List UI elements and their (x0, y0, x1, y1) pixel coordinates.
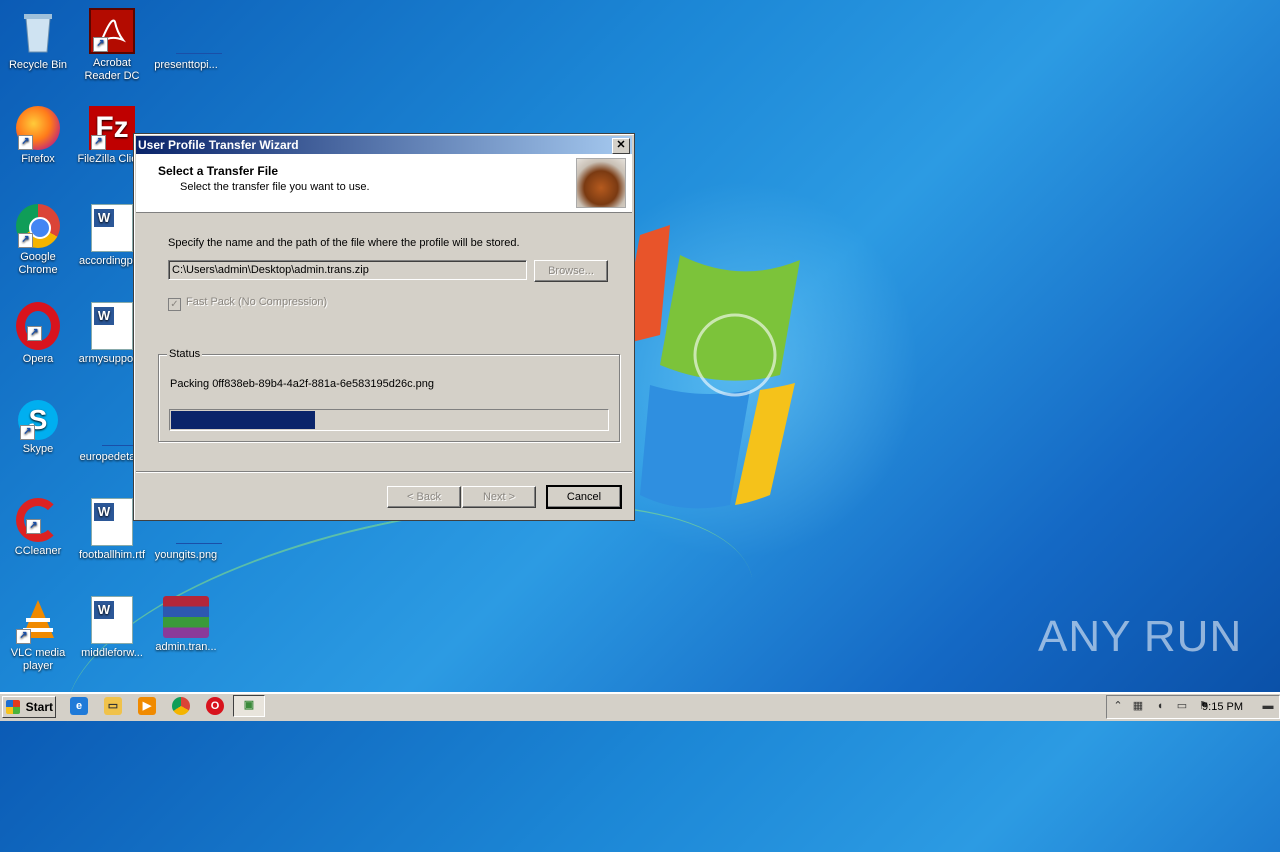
suitcase-icon (576, 158, 626, 208)
file-path-field[interactable]: C:\Users\admin\Desktop\admin.trans.zip (168, 260, 527, 280)
skype-icon: S ↗ (18, 400, 58, 440)
shortcut-arrow-icon: ↗ (16, 629, 31, 644)
file-icon (88, 400, 148, 448)
checkbox-check-icon: ✓ (168, 298, 181, 311)
file-icon (162, 8, 222, 56)
taskbar: Start e ▭ ▶ O ▣ ⌃ ▦ ◖ ▭ ⚑ 9:15 PM ▬ (0, 692, 1280, 721)
display-icon[interactable]: ▭ (1175, 699, 1189, 713)
packing-status-text: Packing 0ff838eb-89b4-4a2f-881a-6e583195… (170, 378, 435, 390)
status-legend: Status (167, 348, 203, 360)
back-button[interactable]: < Back (387, 486, 461, 508)
filezilla-icon: Fz ↗ (89, 106, 135, 150)
volume-icon[interactable]: ◖ (1153, 699, 1167, 713)
desktop-icon-firefox[interactable]: ↗ Firefox (0, 106, 76, 166)
tray-expand-icon[interactable]: ⌃ (1111, 699, 1125, 713)
status-group: Status Packing 0ff838eb-89b4-4a2f-881a-6… (158, 348, 620, 442)
anyrun-watermark: ANY RUN (1038, 612, 1243, 661)
start-label: Start (25, 700, 53, 714)
word-doc-icon: W (91, 302, 133, 350)
shortcut-arrow-icon: ↗ (27, 326, 42, 341)
desktop-icon-middleforw[interactable]: W middleforw... (74, 596, 150, 660)
dialog-title: User Profile Transfer Wizard (138, 138, 299, 152)
next-button[interactable]: Next > (462, 486, 536, 508)
header-title: Select a Transfer File (158, 164, 279, 178)
windows-flag-icon (6, 700, 20, 714)
desktop-icon-chrome[interactable]: ↗ Google Chrome (0, 204, 76, 277)
ccleaner-icon: ↗ (16, 498, 60, 542)
fast-pack-checkbox[interactable]: ✓ Fast Pack (No Compression) (168, 296, 327, 311)
shortcut-arrow-icon: ↗ (93, 37, 108, 52)
chrome-icon: ↗ (16, 204, 60, 248)
cancel-button[interactable]: Cancel (546, 485, 622, 509)
specify-path-label: Specify the name and the path of the fil… (168, 237, 520, 249)
shortcut-arrow-icon: ↗ (20, 425, 35, 440)
opera-icon: ↗ (16, 302, 60, 350)
acrobat-icon: ↗ (89, 8, 135, 54)
network-icon[interactable]: ▦ (1131, 699, 1145, 713)
ie-icon[interactable]: e (70, 697, 88, 715)
desktop-icon-opera[interactable]: ↗ Opera (0, 302, 76, 366)
dialog-titlebar[interactable]: User Profile Transfer Wizard ✕ (136, 136, 632, 154)
chrome-taskbar-icon[interactable] (172, 697, 190, 715)
close-button[interactable]: ✕ (612, 138, 630, 154)
desktop-icon-acrobat[interactable]: ↗ Acrobat Reader DC (74, 8, 150, 83)
shortcut-arrow-icon: ↗ (18, 135, 33, 150)
transfer-wizard-dialog: User Profile Transfer Wizard ✕ Select a … (133, 133, 635, 521)
explorer-icon[interactable]: ▭ (104, 697, 122, 715)
show-desktop-icon[interactable]: ▬ (1261, 699, 1275, 713)
word-doc-icon: W (91, 204, 133, 252)
desktop-icon-ccleaner[interactable]: ↗ CCleaner (0, 498, 76, 558)
firefox-icon: ↗ (16, 106, 60, 150)
progress-fill (171, 411, 315, 429)
fast-pack-label: Fast Pack (No Compression) (186, 296, 328, 308)
header-subtitle: Select the transfer file you want to use… (180, 181, 370, 193)
desktop-icon-presenttopi[interactable]: presenttopi... (148, 8, 224, 72)
browse-button[interactable]: Browse... (534, 260, 608, 282)
dialog-separator (136, 471, 632, 473)
recycle-bin-icon (14, 8, 62, 56)
media-player-icon[interactable]: ▶ (138, 697, 156, 715)
word-doc-icon: W (91, 498, 133, 546)
desktop-icon-admin-trans[interactable]: admin.tran... (148, 596, 224, 654)
vlc-icon: ↗ (14, 596, 62, 644)
wizard-taskbar-button[interactable]: ▣ (233, 695, 265, 717)
desktop-icon-recycle-bin[interactable]: Recycle Bin (0, 8, 76, 72)
start-button[interactable]: Start (2, 696, 56, 718)
winrar-icon (163, 596, 209, 638)
desktop-icon-skype[interactable]: S ↗ Skype (0, 400, 76, 456)
clock[interactable]: 9:15 PM (1202, 701, 1243, 713)
progress-bar (169, 409, 609, 431)
shortcut-arrow-icon: ↗ (91, 135, 106, 150)
wizard-header: Select a Transfer File Select the transf… (136, 154, 632, 213)
word-doc-icon: W (91, 596, 133, 644)
close-icon: ✕ (616, 139, 626, 151)
desktop-icon-vlc[interactable]: ↗ VLC media player (0, 596, 76, 673)
shortcut-arrow-icon: ↗ (26, 519, 41, 534)
shortcut-arrow-icon: ↗ (18, 233, 33, 248)
windows-logo (620, 225, 800, 509)
opera-taskbar-icon[interactable]: O (206, 697, 224, 715)
system-tray: ⌃ ▦ ◖ ▭ ⚑ 9:15 PM ▬ (1106, 695, 1280, 719)
